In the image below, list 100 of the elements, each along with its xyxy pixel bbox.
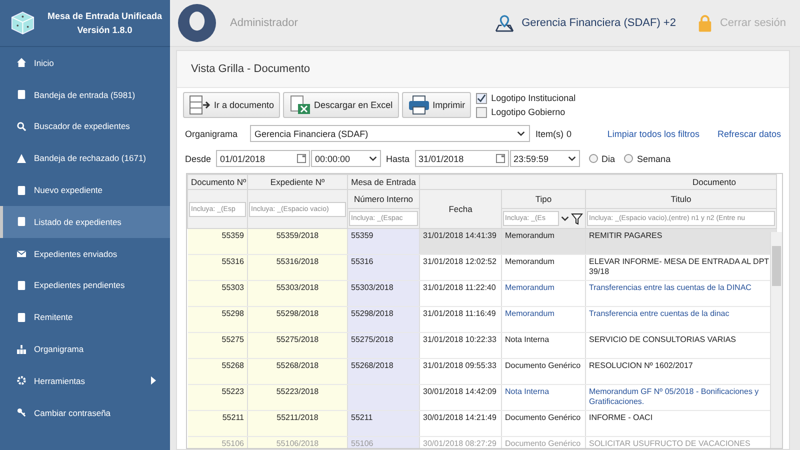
table-cell: Memorandum — [505, 231, 554, 240]
chevron-down-icon — [369, 156, 378, 161]
table-cell: 55223/2018 — [276, 387, 319, 396]
items-label: Item(s) — [536, 128, 564, 138]
search-icon — [17, 122, 26, 131]
scrollbar[interactable] — [770, 232, 782, 448]
app-version: Versión 1.8.0 — [77, 25, 132, 35]
checkbox[interactable] — [476, 106, 488, 118]
sidebar-item[interactable]: Buscador de expedientes — [0, 110, 170, 142]
table-cell: 31/01/2018 11:16:49 — [423, 309, 496, 318]
table-cell: Memorandum — [505, 257, 554, 266]
table-cell: Memorandum — [505, 309, 554, 318]
spreadsheet-icon — [289, 95, 312, 115]
table-cell: 55359 — [351, 231, 374, 240]
clear-filters-link[interactable]: Limpiar todos los filtros — [607, 128, 700, 138]
chevron-down-icon — [516, 131, 525, 136]
table-cell: 55303/2018 — [276, 283, 319, 292]
column-header: Tipo — [502, 190, 586, 208]
date-field[interactable]: 01/01/2018 — [216, 150, 310, 167]
desde-label: Desde — [185, 154, 212, 164]
calendar-icon — [297, 154, 306, 163]
column-group-header: Documento — [692, 177, 736, 187]
print-button[interactable]: Imprimir — [402, 92, 472, 118]
table-cell: Nota Interna — [505, 387, 550, 396]
user-name: Administrador — [230, 17, 298, 29]
radio-option[interactable]: Semana — [624, 154, 671, 164]
sidebar-item[interactable]: Remitente — [0, 301, 170, 334]
column-header: Titulo — [586, 190, 776, 208]
radio-button[interactable] — [624, 154, 634, 163]
table-cell: 55106/2018 — [276, 439, 319, 448]
sidebar-item[interactable]: Nuevo expediente — [0, 174, 170, 206]
table-cell: 55268/2018 — [276, 361, 319, 370]
checkbox-option[interactable]: Logotipo Institucional — [476, 92, 576, 104]
panel-title: Vista Grilla - Documento — [191, 63, 310, 75]
organigrama-dropdown[interactable]: Gerencia Financiera (SDAF) — [250, 125, 530, 142]
filter-icon[interactable] — [571, 212, 583, 224]
caret-icon — [151, 376, 156, 386]
sidebar-item[interactable]: Herramientas — [0, 364, 170, 397]
table-cell: SOLICITAR USUFRUCTO DE VACACIONES — [589, 439, 750, 448]
sidebar-item[interactable]: Bandeja de entrada (5981) — [0, 78, 170, 111]
date-field[interactable]: 31/01/2018 — [414, 150, 509, 167]
table-cell: Documento Genérico — [505, 413, 581, 422]
refresh-link[interactable]: Refrescar datos — [717, 128, 781, 138]
sidebar-item[interactable]: Organigrama — [0, 333, 170, 365]
time-field[interactable]: 00:00:00 — [311, 150, 382, 167]
organigrama-label: Organigrama — [185, 128, 238, 138]
checkbox-option[interactable]: Logotipo Gobierno — [476, 106, 576, 118]
sidebar-item[interactable]: Inicio — [0, 47, 170, 79]
table-cell: INFORME - OACI — [589, 413, 653, 422]
app-title: Mesa de Entrada Unificada — [47, 11, 162, 21]
sidebar-item[interactable]: Listado de expedientes — [0, 206, 170, 238]
org-chart-icon — [17, 344, 26, 354]
table-cell: 55106 — [351, 439, 374, 448]
table-cell: 55316 — [351, 257, 374, 266]
table-cell: 55211/2018 — [276, 413, 318, 422]
table-cell: Transferencias entre las cuentas de la DINAC — [589, 283, 752, 292]
table-cell: 55211 — [222, 413, 244, 422]
table-cell: Memorandum GF Nº 05/2018 - Bonificaciones y Gratificaciones. — [589, 387, 759, 406]
avatar-silhouette-icon — [178, 4, 216, 42]
table-cell: 30/01/2018 14:42:09 — [423, 387, 496, 396]
warning-icon — [17, 154, 26, 163]
table-cell: Documento Genérico — [505, 361, 581, 370]
radio-button[interactable] — [588, 154, 598, 163]
table-cell: 55106 — [222, 439, 244, 448]
column-header: Mesa de Entrada — [348, 174, 420, 190]
sidebar-item[interactable]: Expedientes pendientes — [0, 270, 170, 302]
table-cell: 55298/2018 — [276, 309, 319, 318]
checkbox[interactable] — [476, 92, 488, 104]
time-field[interactable]: 23:59:59 — [510, 150, 580, 167]
table-cell: 55268 — [222, 361, 244, 370]
table-cell: 55316 — [222, 257, 244, 266]
table-cell: RESOLUCION Nº 1602/2017 — [589, 361, 693, 370]
table-cell: Memorandum — [505, 283, 554, 292]
home-icon — [17, 58, 26, 68]
table-cell: 31/01/2018 12:02:52 — [423, 257, 496, 266]
sidebar-item[interactable]: Cambiar contraseña — [0, 396, 170, 429]
table-cell: 55275/2018 — [276, 335, 319, 344]
chevron-down-icon — [561, 216, 569, 221]
sidebar-item[interactable]: Expedientes enviados — [0, 238, 170, 270]
office-link[interactable]: Gerencia Financiera (SDAF) +2 — [522, 17, 676, 29]
table-cell: 55275/2018 — [351, 335, 394, 344]
radio-option[interactable]: Dia — [588, 154, 616, 164]
chevron-down-icon — [568, 156, 576, 161]
table-cell: 31/01/2018 09:55:33 — [423, 361, 496, 370]
table-cell: 55359 — [222, 231, 244, 240]
printer-icon — [408, 95, 430, 115]
go-to-document-button[interactable]: Ir a documento — [183, 92, 280, 118]
table-cell: 55298/2018 — [351, 309, 394, 318]
excel-download-button[interactable]: Descargar en Excel — [283, 92, 399, 118]
hasta-label: Hasta — [386, 154, 410, 164]
table-cell: 30/01/2018 08:27:29 — [423, 439, 496, 448]
gear-icon — [17, 376, 26, 386]
table-cell: Documento Genérico — [505, 439, 581, 448]
table-cell: 31/01/2018 14:41:39 — [423, 231, 496, 240]
sidebar-item[interactable]: Bandeja de rechazado (1671) — [0, 142, 170, 174]
table-cell: 55303 — [222, 283, 244, 292]
table-cell: REMITIR PAGARES — [589, 231, 662, 240]
table-cell: 31/01/2018 11:22:40 — [423, 283, 496, 292]
table-cell: 30/01/2018 14:21:49 — [423, 413, 496, 422]
table-cell: 55303/2018 — [351, 283, 394, 292]
